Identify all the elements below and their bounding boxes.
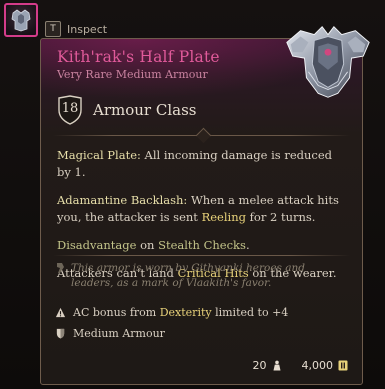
armour-class: 18 Armour Class	[57, 95, 196, 125]
effect-name: Magical Plate:	[57, 148, 141, 162]
weight-value: 20	[252, 359, 267, 372]
dex-limit-property: AC bonus from Dexterity limited to +4	[55, 306, 288, 319]
footer-stats: 20 4,000	[253, 359, 349, 372]
lore-text: This armor is worn by Githyanki heroes a…	[55, 261, 347, 291]
gold-coin-icon	[338, 360, 348, 371]
armour-category: Medium Armour	[73, 327, 165, 340]
item-rarity-type: Very Rare Medium Armour	[57, 68, 208, 81]
effect-text: .	[245, 238, 250, 252]
inspect-label: Inspect	[67, 22, 108, 36]
armour-class-value: 18	[61, 101, 79, 116]
item-slot[interactable]	[4, 3, 38, 37]
divider-notch	[195, 127, 212, 144]
item-name: Kith'rak's Half Plate	[57, 48, 220, 66]
dex-suffix: limited to +4	[211, 306, 289, 319]
effect-name: Adamantine Backlash:	[57, 193, 188, 207]
effect-text: on	[136, 238, 159, 252]
weight-icon	[273, 360, 280, 371]
armour-category-property: Medium Armour	[55, 327, 165, 340]
divider	[53, 255, 350, 256]
effect-adamantine-backlash: Adamantine Backlash: When a melee attack…	[57, 192, 349, 226]
effect-text: for 2 turns.	[245, 210, 316, 224]
quote-icon	[57, 263, 64, 273]
armour-image	[286, 25, 370, 98]
armour-class-label: Armour Class	[93, 101, 197, 119]
item-tooltip: Kith'rak's Half Plate Very Rare Medium A…	[40, 25, 370, 385]
effect-disadvantage: Disadvantage on Stealth Checks.	[57, 237, 349, 254]
warning-icon	[55, 307, 66, 318]
medium-armour-icon	[56, 328, 65, 339]
price-value: 4,000	[301, 359, 334, 372]
reeling-keyword[interactable]: Reeling	[202, 210, 246, 224]
disadvantage-keyword[interactable]: Disadvantage	[57, 238, 136, 252]
inspect-hint[interactable]: T Inspect	[45, 21, 107, 37]
dex-prefix: AC bonus from	[73, 306, 160, 319]
stealth-keyword[interactable]: Stealth Checks	[158, 238, 246, 252]
lore-body: This armor is worn by Githyanki heroes a…	[71, 262, 306, 289]
inspect-keycap: T	[45, 21, 61, 37]
dexterity-keyword[interactable]: Dexterity	[160, 306, 212, 319]
armour-slot-icon	[11, 9, 31, 32]
effect-magical-plate: Magical Plate: All incoming damage is re…	[57, 147, 349, 181]
shield-icon: 18	[57, 95, 83, 125]
